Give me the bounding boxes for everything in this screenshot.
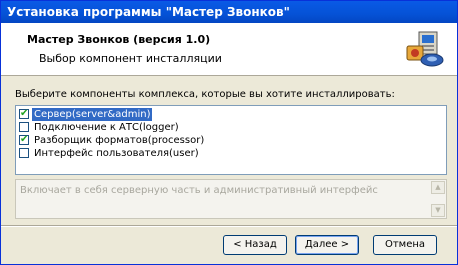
list-item-label: Разборщик форматов(processor) bbox=[34, 135, 205, 146]
component-description-box: Включает в себя серверную часть и админи… bbox=[15, 179, 447, 219]
scroll-down-icon[interactable]: ▼ bbox=[431, 204, 445, 217]
scroll-up-icon[interactable]: ▲ bbox=[431, 181, 445, 194]
installer-computer-icon bbox=[406, 31, 444, 67]
wizard-header: Мастер Звонков (версия 1.0) Выбор компон… bbox=[1, 23, 457, 76]
list-item-logger[interactable]: Подключение к АТС(logger) bbox=[18, 121, 446, 134]
window-title: Установка программы "Мастер Звонков" bbox=[1, 1, 457, 23]
components-list[interactable]: ✔ Сервер(server&admin) Подключение к АТС… bbox=[15, 105, 447, 175]
check-icon: ✔ bbox=[20, 134, 29, 145]
list-item-label: Подключение к АТС(logger) bbox=[34, 122, 179, 133]
component-description: Включает в себя серверную часть и админи… bbox=[20, 185, 378, 196]
header-subtitle: Выбор компонент инсталляции bbox=[39, 52, 222, 65]
list-item-user[interactable]: Интерфейс пользователя(user) bbox=[18, 147, 446, 160]
divider bbox=[1, 225, 457, 227]
list-item-server[interactable]: ✔ Сервер(server&admin) bbox=[18, 108, 446, 121]
checkbox-logger[interactable] bbox=[19, 122, 29, 132]
checkbox-user[interactable] bbox=[19, 148, 29, 158]
installer-window: Установка программы "Мастер Звонков" Мас… bbox=[0, 0, 458, 265]
list-item-processor[interactable]: ✔ Разборщик форматов(processor) bbox=[18, 134, 446, 147]
description-scrollbar[interactable]: ▲ ▼ bbox=[431, 181, 445, 217]
next-button[interactable]: Далее > bbox=[295, 235, 359, 255]
cancel-button[interactable]: Отмена bbox=[373, 235, 437, 255]
back-button[interactable]: < Назад bbox=[223, 235, 287, 255]
checkbox-server[interactable]: ✔ bbox=[19, 108, 29, 119]
header-title: Мастер Звонков (версия 1.0) bbox=[27, 33, 211, 46]
list-item-label: Сервер(server&admin) bbox=[32, 108, 153, 121]
checkbox-processor[interactable]: ✔ bbox=[19, 134, 29, 145]
list-item-label: Интерфейс пользователя(user) bbox=[34, 148, 199, 159]
check-icon: ✔ bbox=[20, 108, 29, 119]
components-instruction: Выберите компоненты комплекса, которые в… bbox=[15, 89, 395, 100]
